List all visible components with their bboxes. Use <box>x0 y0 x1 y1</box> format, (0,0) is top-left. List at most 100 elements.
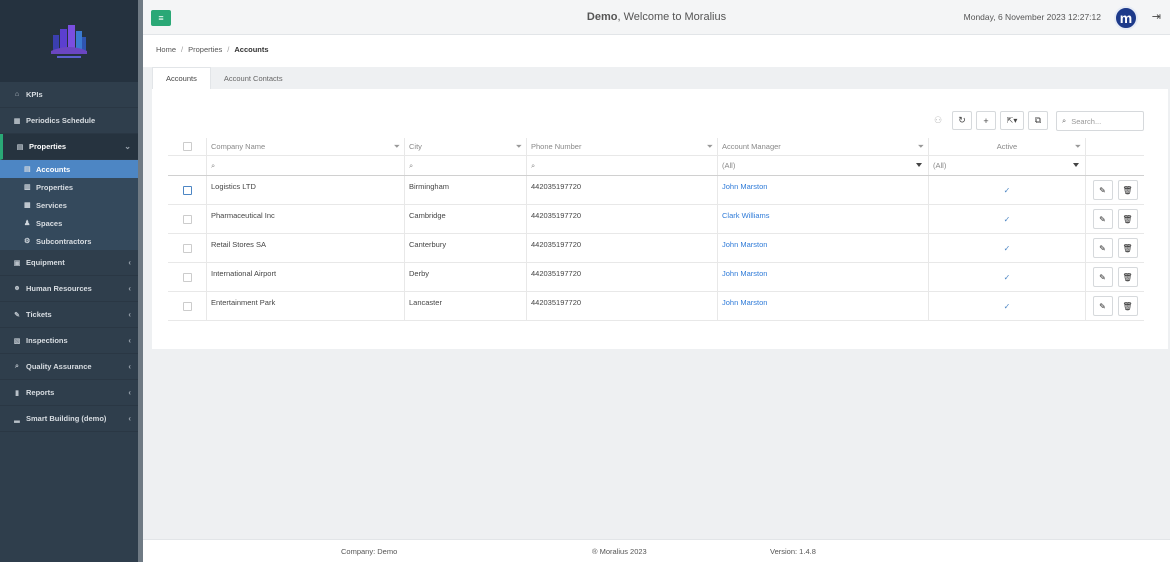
column-label: Phone Number <box>531 142 582 151</box>
manager-link[interactable]: John Marston <box>722 298 767 307</box>
column-header-active[interactable]: Active ⏷ <box>929 138 1086 155</box>
table-row[interactable]: Entertainment Park Lancaster 442035197720 J… <box>168 292 1144 321</box>
edit-button[interactable]: ✎ <box>1092 209 1113 229</box>
edit-button[interactable]: ✎ <box>1092 180 1113 200</box>
edit-button[interactable]: ✎ <box>1092 296 1113 316</box>
sidebar-item-label: Inspections <box>26 336 68 345</box>
sidebar-subitem-properties[interactable]: ▥ Properties <box>0 178 138 196</box>
manager-link[interactable]: John Marston <box>722 269 767 278</box>
company-logo[interactable] <box>47 21 91 61</box>
add-button[interactable]: + <box>976 111 996 130</box>
cell-actions: ✎ 🗑 <box>1086 292 1144 320</box>
trash-icon: 🗑 <box>1122 272 1133 282</box>
search-icon: ⌕ <box>531 160 536 170</box>
row-select-cell <box>168 263 207 291</box>
edit-button[interactable]: ✎ <box>1092 238 1113 258</box>
filter-icon[interactable]: ⏷ <box>516 142 522 152</box>
export-button[interactable]: ⇱▾ <box>1000 111 1024 130</box>
chevron-down-icon: ⌄ <box>124 142 131 151</box>
column-header-city[interactable]: City ⏷ <box>405 138 527 155</box>
sidebar-item-equipment[interactable]: ▣ Equipment ‹ <box>0 250 138 276</box>
breadcrumb-properties[interactable]: Properties <box>188 45 222 54</box>
cell-actions: ✎ 🗑 <box>1086 234 1144 262</box>
calendar-icon: ▦ <box>24 202 31 209</box>
filter-icon[interactable]: ⏷ <box>707 142 713 152</box>
sidebar-item-inspections[interactable]: ▧ Inspections ‹ <box>0 328 138 354</box>
sidebar-subitem-accounts[interactable]: ▤ Accounts <box>0 160 138 178</box>
sidebar-subitem-spaces[interactable]: ♟ Spaces <box>0 214 138 232</box>
equipment-icon: ▣ <box>13 259 21 267</box>
manager-link[interactable]: John Marston <box>722 182 767 191</box>
sidebar-item-human-resources[interactable]: ☻ Human Resources ‹ <box>0 276 138 302</box>
manager-link[interactable]: Clark Williams <box>722 211 770 220</box>
sidebar-item-reports[interactable]: ▮ Reports ‹ <box>0 380 138 406</box>
sidebar-scrollbar[interactable] <box>138 0 143 562</box>
sidebar-item-kpis[interactable]: ⌂ KPIs <box>0 82 138 108</box>
search-input[interactable]: ⌕ Search... <box>1056 111 1144 131</box>
delete-button[interactable]: 🗑 <box>1117 267 1138 287</box>
row-checkbox[interactable] <box>182 243 192 253</box>
pencil-icon: ✎ <box>1099 272 1106 282</box>
sidebar-item-periodics-schedule[interactable]: ▦ Periodics Schedule <box>0 108 138 134</box>
search-icon: ⌕ <box>15 362 19 370</box>
row-checkbox[interactable] <box>182 185 192 195</box>
column-header-phone[interactable]: Phone Number ⏷ <box>527 138 718 155</box>
delete-button[interactable]: 🗑 <box>1117 180 1138 200</box>
row-checkbox[interactable] <box>182 301 192 311</box>
avatar-letter: m <box>1119 10 1133 26</box>
assign-user-button[interactable]: ⚇ <box>928 111 948 130</box>
building-icon: ▤ <box>16 143 24 151</box>
table-row[interactable]: International Airport Derby 442035197720 Jo… <box>168 263 1144 292</box>
filter-icon[interactable]: ⏷ <box>394 142 400 152</box>
sidebar-subitem-services[interactable]: ▦ Services <box>0 196 138 214</box>
sidebar-item-label: Subcontractors <box>36 236 92 246</box>
edit-button[interactable]: ✎ <box>1092 267 1113 287</box>
table-row[interactable]: Retail Stores SA Canterbury 442035197720 Jo… <box>168 234 1144 263</box>
caret-down-icon <box>916 163 922 167</box>
filter-company-input[interactable]: ⌕ <box>207 156 405 175</box>
tab-account-contacts[interactable]: Account Contacts <box>211 67 296 89</box>
refresh-button[interactable]: ↻ <box>952 111 972 130</box>
cell-manager: Clark Williams <box>718 205 929 233</box>
cell-active: ✓ <box>929 205 1086 233</box>
search-placeholder: Search... <box>1071 116 1102 126</box>
table-row[interactable]: Pharmaceutical Inc Cambridge 442035197720 C… <box>168 205 1144 234</box>
delete-button[interactable]: 🗑 <box>1117 296 1138 316</box>
column-header-company[interactable]: Company Name ⏷ <box>207 138 405 155</box>
filter-icon[interactable]: ⏷ <box>1075 142 1081 152</box>
sidebar-item-label: Properties <box>29 142 67 151</box>
breadcrumb-home[interactable]: Home <box>156 45 176 54</box>
filter-city-input[interactable]: ⌕ <box>405 156 527 175</box>
filter-active-select[interactable]: (All) <box>929 156 1086 175</box>
delete-button[interactable]: 🗑 <box>1117 238 1138 258</box>
cell-manager: John Marston <box>718 263 929 291</box>
top-header: ≡ Demo, Welcome to Moralius Monday, 6 No… <box>143 0 1170 35</box>
sidebar-item-properties[interactable]: ▤ Properties ⌄ <box>0 134 138 160</box>
breadcrumb-current: Accounts <box>234 45 269 54</box>
cell-actions: ✎ 🗑 <box>1086 176 1144 204</box>
tab-accounts[interactable]: Accounts <box>152 67 211 89</box>
sidebar-subitem-subcontractors[interactable]: ⚙ Subcontractors <box>0 232 138 250</box>
table-row[interactable]: Logistics LTD Birmingham 442035197720 John … <box>168 176 1144 205</box>
manager-link[interactable]: John Marston <box>722 240 767 249</box>
column-header-manager[interactable]: Account Manager ⏷ <box>718 138 929 155</box>
sidebar-item-smart-building[interactable]: ▂ Smart Building (demo) ‹ <box>0 406 138 432</box>
sidebar-item-label: Periodics Schedule <box>26 116 96 125</box>
sidebar-item-quality-assurance[interactable]: ⌕ Quality Assurance ‹ <box>0 354 138 380</box>
logout-icon[interactable]: ⇥ <box>1152 10 1161 23</box>
cell-phone: 442035197720 <box>527 263 718 291</box>
sidebar-item-label: Equipment <box>26 258 65 267</box>
sidebar-item-label: Smart Building (demo) <box>26 414 107 423</box>
filter-phone-input[interactable]: ⌕ <box>527 156 718 175</box>
filter-icon[interactable]: ⏷ <box>918 142 924 152</box>
cell-active: ✓ <box>929 292 1086 320</box>
delete-button[interactable]: 🗑 <box>1117 209 1138 229</box>
avatar[interactable]: m <box>1114 6 1138 30</box>
filter-manager-select[interactable]: (All) <box>718 156 929 175</box>
sidebar-item-tickets[interactable]: ✎ Tickets ‹ <box>0 302 138 328</box>
check-icon: ✓ <box>1003 243 1011 253</box>
column-chooser-button[interactable]: ⧉ <box>1028 111 1048 130</box>
row-checkbox[interactable] <box>182 214 192 224</box>
row-checkbox[interactable] <box>182 272 192 282</box>
select-all-checkbox[interactable] <box>182 142 192 151</box>
